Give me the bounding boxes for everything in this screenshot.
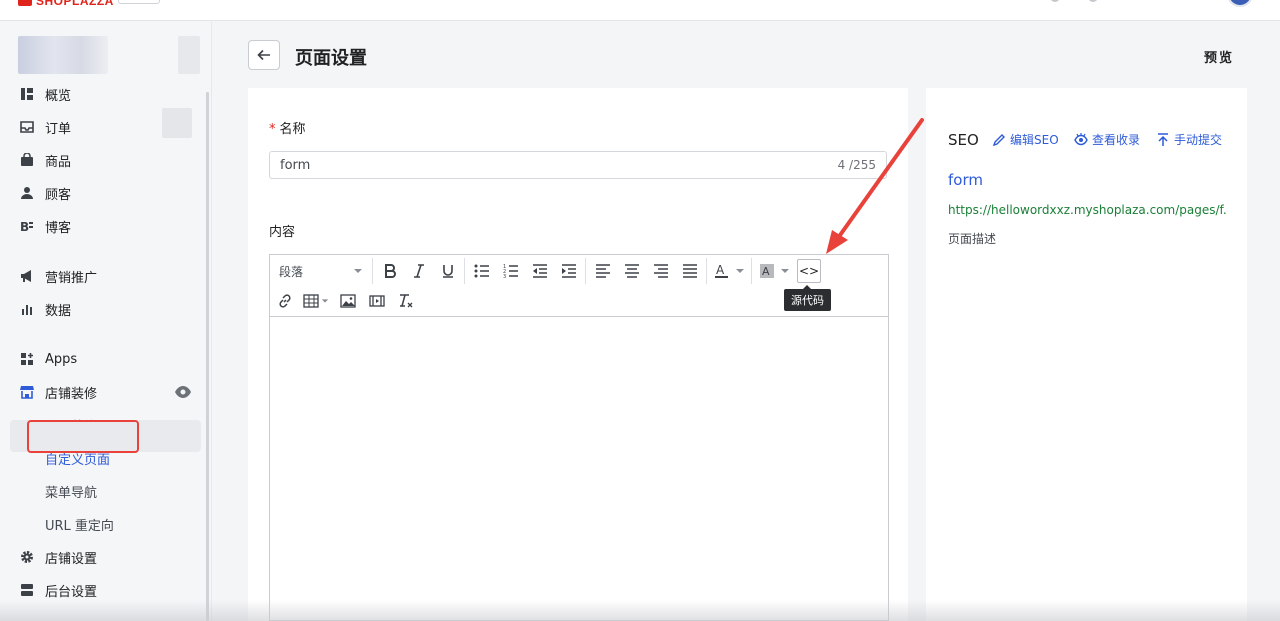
svg-text:A: A (762, 265, 770, 278)
store-name-blurred (18, 36, 108, 74)
inbox-icon (20, 120, 34, 134)
pencil-icon (992, 133, 1005, 146)
italic-icon[interactable] (404, 258, 433, 284)
sidebar-item-analytics[interactable]: 数据 (20, 297, 71, 321)
text-color-icon[interactable]: A (709, 258, 749, 284)
clear-format-icon[interactable] (391, 288, 420, 314)
dashboard-icon (20, 87, 34, 101)
outdent-icon[interactable] (525, 258, 554, 284)
sidebar-scrollbar[interactable] (206, 92, 209, 621)
sidebar-item-orders[interactable]: 订单 (20, 115, 71, 139)
avatar[interactable] (1227, 0, 1253, 7)
sidebar-item-marketing[interactable]: 营销推广 (20, 264, 97, 288)
seo-card (926, 88, 1247, 621)
top-bar: SHOPLAZZA (0, 0, 1280, 21)
numbered-list-icon[interactable]: 123 (496, 258, 525, 284)
upload-icon (1158, 132, 1168, 146)
char-counter: 4 /255 (837, 158, 876, 172)
paragraph-format-select[interactable]: 段落 (270, 258, 370, 284)
apps-icon (20, 352, 34, 366)
store-icon (20, 385, 34, 399)
bold-icon[interactable] (375, 258, 404, 284)
link-icon[interactable] (270, 288, 299, 314)
seo-heading: SEO (948, 131, 979, 149)
bottom-shadow (0, 600, 1280, 621)
order-badge-blurred (162, 108, 192, 138)
server-icon (20, 583, 34, 597)
sidebar-item-products[interactable]: 商品 (20, 148, 71, 172)
table-icon[interactable] (299, 288, 333, 314)
help-icon[interactable] (1088, 0, 1098, 2)
page-title: 页面设置 (295, 48, 367, 69)
manual-submit-button[interactable]: 手动提交 (1156, 131, 1222, 148)
seo-preview-url: https://hellowordxxz.myshoplaza.com/page… (948, 203, 1228, 217)
blog-icon: B (20, 219, 34, 233)
eye-icon[interactable] (175, 386, 191, 398)
sidebar-subitem-url-redirect[interactable]: URL 重定向 (45, 513, 114, 535)
chevron-down-icon (354, 269, 362, 273)
shoplazza-logo[interactable]: SHOPLAZZA (18, 0, 114, 8)
eye-icon (1074, 132, 1088, 145)
svg-text:B: B (20, 220, 29, 233)
underline-icon[interactable] (433, 258, 462, 284)
sidebar-item-overview[interactable]: 概览 (20, 82, 71, 106)
person-icon (20, 186, 34, 200)
store-switcher[interactable] (118, 0, 160, 4)
name-input[interactable]: form 4 /255 (269, 151, 887, 179)
sidebar-item-blog[interactable]: B 博客 (20, 214, 71, 238)
back-button[interactable] (248, 40, 280, 70)
sidebar-item-admin-settings[interactable]: 后台设置 (20, 578, 97, 602)
bullet-list-icon[interactable] (467, 258, 496, 284)
sidebar-item-customers[interactable]: 顾客 (20, 181, 71, 205)
name-label: * 名称 (269, 122, 306, 137)
annotation-highlight-box (27, 420, 139, 453)
video-icon[interactable] (362, 288, 391, 314)
svg-text:3: 3 (503, 274, 506, 279)
source-code-icon[interactable]: <> (797, 259, 821, 283)
source-code-tooltip: 源代码 (784, 285, 831, 311)
sidebar-item-apps[interactable]: Apps (20, 347, 77, 371)
sidebar-item-store-design[interactable]: 店铺装修 (20, 380, 97, 404)
arrow-left-icon (257, 49, 270, 61)
indent-icon[interactable] (554, 258, 583, 284)
align-left-icon[interactable] (588, 258, 617, 284)
align-right-icon[interactable] (646, 258, 675, 284)
edit-seo-button[interactable]: 编辑SEO (992, 131, 1059, 148)
content-label: 内容 (269, 225, 296, 240)
align-center-icon[interactable] (617, 258, 646, 284)
seo-preview-description: 页面描述 (948, 232, 997, 246)
bag-icon (20, 153, 34, 167)
bar-chart-icon (20, 302, 34, 316)
sidebar-item-store-settings[interactable]: 店铺设置 (20, 545, 97, 569)
store-badge-blurred (178, 36, 200, 74)
image-icon[interactable] (333, 288, 362, 314)
view-index-button[interactable]: 查看收录 (1074, 131, 1140, 148)
seo-preview-title: form (948, 171, 983, 189)
svg-text:A: A (716, 263, 725, 277)
notification-icon[interactable] (1050, 0, 1060, 2)
background-color-icon[interactable]: A (754, 258, 794, 284)
sidebar-subitem-menu-nav[interactable]: 菜单导航 (45, 480, 97, 502)
align-justify-icon[interactable] (675, 258, 704, 284)
preview-button[interactable]: 预览 (1204, 47, 1234, 66)
megaphone-icon (20, 269, 34, 283)
gear-icon (20, 550, 34, 564)
